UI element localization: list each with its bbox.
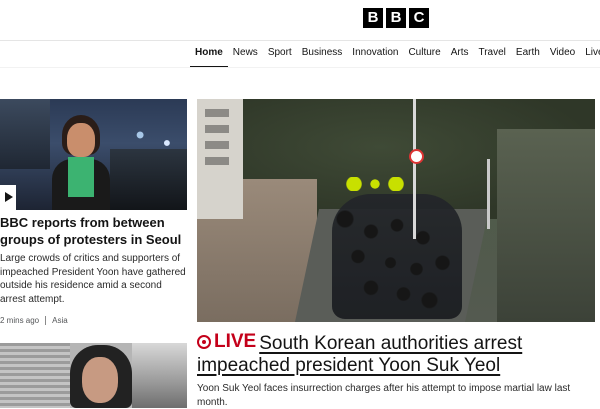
main-nav: Home News Sport Business Innovation Cult… bbox=[190, 42, 600, 68]
nav-item-travel[interactable]: Travel bbox=[473, 42, 510, 66]
left-story-image[interactable] bbox=[0, 99, 187, 210]
main-story-headline: LIVE South Korean authorities arrest imp… bbox=[197, 331, 597, 377]
nav-item-live[interactable]: Live bbox=[580, 42, 600, 66]
live-badge: LIVE bbox=[197, 331, 256, 353]
nav-item-arts[interactable]: Arts bbox=[446, 42, 474, 66]
nav-item-news[interactable]: News bbox=[228, 42, 263, 66]
left-story-section[interactable]: Asia bbox=[52, 316, 68, 325]
left-story-time: 2 mins ago bbox=[0, 316, 40, 325]
bbc-logo-letter-3: C bbox=[409, 8, 429, 28]
nav-item-sport[interactable]: Sport bbox=[263, 42, 297, 66]
bbc-logo-letter-1: B bbox=[363, 8, 383, 28]
bbc-logo-letter-2: B bbox=[386, 8, 406, 28]
left-story-title[interactable]: BBC reports from between groups of prote… bbox=[0, 214, 187, 248]
nav-divider bbox=[0, 67, 600, 68]
play-icon[interactable] bbox=[0, 185, 16, 210]
main-story-summary: Yoon Suk Yeol faces insurrection charges… bbox=[197, 383, 571, 408]
main-story-image[interactable] bbox=[197, 99, 595, 322]
second-story-image[interactable] bbox=[0, 343, 187, 408]
nav-item-culture[interactable]: Culture bbox=[403, 42, 445, 66]
header-divider bbox=[0, 40, 600, 41]
live-icon bbox=[197, 335, 211, 349]
speed-sign bbox=[409, 149, 424, 164]
bbc-logo[interactable]: B B C bbox=[363, 8, 429, 28]
left-story-meta: 2 mins ago Asia bbox=[0, 316, 68, 325]
nav-item-earth[interactable]: Earth bbox=[511, 42, 545, 66]
nav-item-business[interactable]: Business bbox=[297, 42, 348, 66]
nav-item-video[interactable]: Video bbox=[545, 42, 580, 66]
live-label: LIVE bbox=[214, 331, 257, 352]
nav-item-home[interactable]: Home bbox=[190, 42, 228, 68]
left-story-summary: Large crowds of critics and supporters o… bbox=[0, 253, 186, 305]
meta-divider bbox=[45, 316, 47, 325]
nav-item-innovation[interactable]: Innovation bbox=[347, 42, 403, 66]
